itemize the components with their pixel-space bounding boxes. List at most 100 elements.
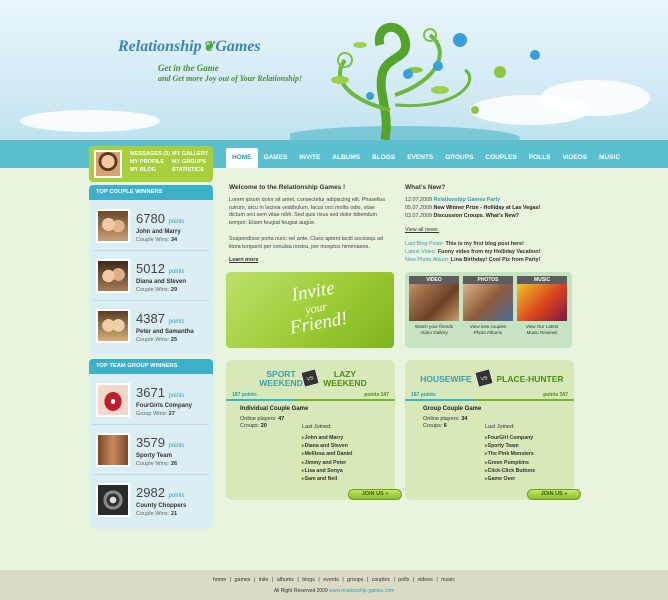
footer-link-events[interactable]: events bbox=[321, 577, 341, 583]
my-gallery-link[interactable]: MY GALLERY bbox=[172, 151, 210, 157]
vs-badge: VS bbox=[474, 368, 494, 388]
my-groups-link[interactable]: MY GROUPS bbox=[172, 159, 210, 165]
site-logo[interactable]: Relationship❦Games bbox=[118, 38, 261, 56]
main-nav: HOME GAMES INVITE ALBUMS BLOGS EVENTS GR… bbox=[226, 148, 626, 168]
list-item[interactable]: Diana and Steven bbox=[302, 442, 352, 450]
footer-link-games[interactable]: games bbox=[233, 577, 253, 583]
footer-link-videos[interactable]: videos bbox=[416, 577, 435, 583]
nav-games[interactable]: GAMES bbox=[258, 148, 294, 168]
copyright: All Right Reserved 2009 www.relationship… bbox=[0, 588, 668, 594]
nav-invite[interactable]: INVITE bbox=[293, 148, 326, 168]
footer-link-albums[interactable]: albums bbox=[275, 577, 296, 583]
nav-groups[interactable]: GROUPS bbox=[439, 148, 479, 168]
news-item[interactable]: 12.07.2009 Relationship Games Party bbox=[405, 197, 575, 203]
my-profile-link[interactable]: MY PROFILE bbox=[130, 159, 172, 165]
video-card[interactable]: VIDEO Watch your friends Video Gallery bbox=[409, 276, 459, 336]
panel-title: TOP COUPLE WINNERS bbox=[89, 185, 213, 200]
nav-music[interactable]: MUSIC bbox=[593, 148, 626, 168]
info-label: Croups: bbox=[240, 423, 260, 429]
blog-line[interactable]: Latest Video: Funny video from my Hollid… bbox=[405, 249, 540, 255]
news-title: What’s New? bbox=[405, 184, 446, 191]
nav-home[interactable]: HOME bbox=[226, 148, 258, 168]
user-box: MESSAGES (3) MY GALLERY MY PROFILE MY GR… bbox=[89, 146, 213, 182]
list-item[interactable]: Sporty Team bbox=[485, 442, 535, 450]
list-item[interactable]: FourGirl Company bbox=[485, 434, 535, 442]
music-thumbnail bbox=[517, 284, 567, 321]
info-label: Online players: bbox=[423, 416, 460, 422]
footer-link-home[interactable]: home bbox=[211, 577, 228, 583]
my-blog-link[interactable]: MY BLOG bbox=[130, 167, 172, 173]
list-item[interactable]: Game Over bbox=[485, 475, 535, 483]
groups-count: Croups: 20 bbox=[240, 423, 267, 429]
blog-text: Funny video from my Holliday Vacation! bbox=[437, 249, 541, 255]
media-desc: View new couples Photo Albums bbox=[463, 324, 513, 336]
list-item[interactable]: Lisa and Sonya bbox=[302, 467, 352, 475]
team-line: HOUSEWIFE bbox=[420, 374, 472, 384]
nav-polls[interactable]: POLLS bbox=[523, 148, 557, 168]
site-url-link[interactable]: www.relationship-games.com bbox=[329, 588, 394, 594]
info-value: 47 bbox=[278, 416, 285, 422]
nav-blogs[interactable]: BLOGS bbox=[366, 148, 401, 168]
nav-events[interactable]: EVENTS bbox=[401, 148, 439, 168]
blog-line[interactable]: New Photo Album: Lina Birthday! Cool Pix… bbox=[405, 257, 540, 263]
footer-link-invite[interactable]: inite bbox=[257, 577, 271, 583]
nav-videos[interactable]: VIDEOS bbox=[557, 148, 594, 168]
news-text: Discussion Croups. What’s New? bbox=[433, 213, 519, 219]
footer-link-polls[interactable]: polls bbox=[396, 577, 411, 583]
list-item[interactable]: Green Pumpkins bbox=[485, 459, 535, 467]
blog-label: Latest Video: bbox=[405, 249, 437, 255]
team-right: PLACE-HUNTER bbox=[495, 375, 565, 384]
statistics-link[interactable]: STATISTICS bbox=[172, 167, 210, 173]
list-item[interactable]: Sam and Neil bbox=[302, 475, 352, 483]
winner-item[interactable]: 2982 points County Choppers Couple Wins:… bbox=[93, 475, 209, 525]
wins: Couple Wins: 29 bbox=[136, 287, 177, 293]
info-label: Croups: bbox=[423, 423, 443, 429]
wins: Couple Wins: 21 bbox=[136, 511, 177, 517]
joined-list: John and Marry Diana and Steven Mellissa… bbox=[302, 434, 353, 483]
news-date: 12.07.2009 bbox=[405, 197, 432, 203]
points-unit: points bbox=[168, 219, 185, 225]
blog-line[interactable]: Last Blog Posts: This is my first blog p… bbox=[405, 241, 524, 247]
points-value: 3671 bbox=[136, 385, 165, 400]
footer-link-groups[interactable]: groups bbox=[345, 577, 365, 583]
nav-couples[interactable]: COUPLES bbox=[479, 148, 522, 168]
winner-item[interactable]: 5012 points Diana and Steven Couple Wins… bbox=[93, 251, 209, 301]
blog-label: New Photo Album: bbox=[405, 257, 450, 263]
nav-albums[interactable]: ALBUMS bbox=[326, 148, 366, 168]
view-all-news-link[interactable]: View all news. bbox=[405, 227, 439, 233]
wins-label: Couple Wins: bbox=[136, 287, 170, 293]
group-photo bbox=[96, 383, 130, 417]
wins: Group Wins: 27 bbox=[136, 411, 175, 417]
copyright-text: All Right Reserved 2009 bbox=[273, 588, 328, 594]
invite-friend-banner[interactable]: Invite your Friend! bbox=[226, 272, 394, 348]
footer-link-couples[interactable]: couples bbox=[370, 577, 392, 583]
footer-link-music[interactable]: music bbox=[439, 577, 457, 583]
left-points: 187 points bbox=[411, 392, 436, 398]
points: 3579 points bbox=[136, 435, 185, 450]
news-item[interactable]: 05.07.2009 New Winner Prize - Holliday a… bbox=[405, 205, 575, 211]
score-bar: 187 points points 347 bbox=[405, 390, 574, 401]
join-us-button[interactable]: JOIN US » bbox=[348, 489, 402, 500]
join-us-button[interactable]: JOIN US » bbox=[527, 489, 581, 500]
list-item[interactable]: Mellissa and Daniel bbox=[302, 450, 353, 458]
winner-item[interactable]: 3671 points FourGirls Company Group Wins… bbox=[93, 375, 209, 425]
winner-item[interactable]: 6780 points John and Marry Couple Wins: … bbox=[93, 201, 209, 251]
news-item[interactable]: 03.07.2009 Discussion Croups. What’s New… bbox=[405, 213, 575, 219]
photos-card[interactable]: PHOTOS View new couples Photo Albums bbox=[463, 276, 513, 336]
winner-item[interactable]: 4387 points Peter and Samantha Couple Wi… bbox=[93, 301, 209, 351]
winner-item[interactable]: 3579 points Sporty Team Couple Wins: 26 bbox=[93, 425, 209, 475]
learn-more-link[interactable]: Learn more bbox=[229, 257, 258, 263]
wins-value: 29 bbox=[170, 287, 178, 293]
list-item[interactable]: Click-Click Buttons bbox=[485, 467, 536, 475]
couple-photo bbox=[96, 309, 130, 343]
game-type: Group Couple Game bbox=[423, 406, 482, 412]
avatar[interactable] bbox=[94, 150, 122, 178]
list-item[interactable]: John and Marry bbox=[302, 434, 352, 442]
groups-count: Croups: 6 bbox=[423, 423, 447, 429]
music-card[interactable]: MUSIC View Our Latest Music Reviews bbox=[517, 276, 567, 336]
footer-link-blogs[interactable]: blogs bbox=[300, 577, 317, 583]
list-item[interactable]: Jimmy and Peter bbox=[302, 459, 352, 467]
last-joined-label: Last Joined: bbox=[302, 424, 332, 430]
messages-link[interactable]: MESSAGES (3) bbox=[130, 151, 172, 157]
list-item[interactable]: The Pink Monsters bbox=[485, 450, 535, 458]
